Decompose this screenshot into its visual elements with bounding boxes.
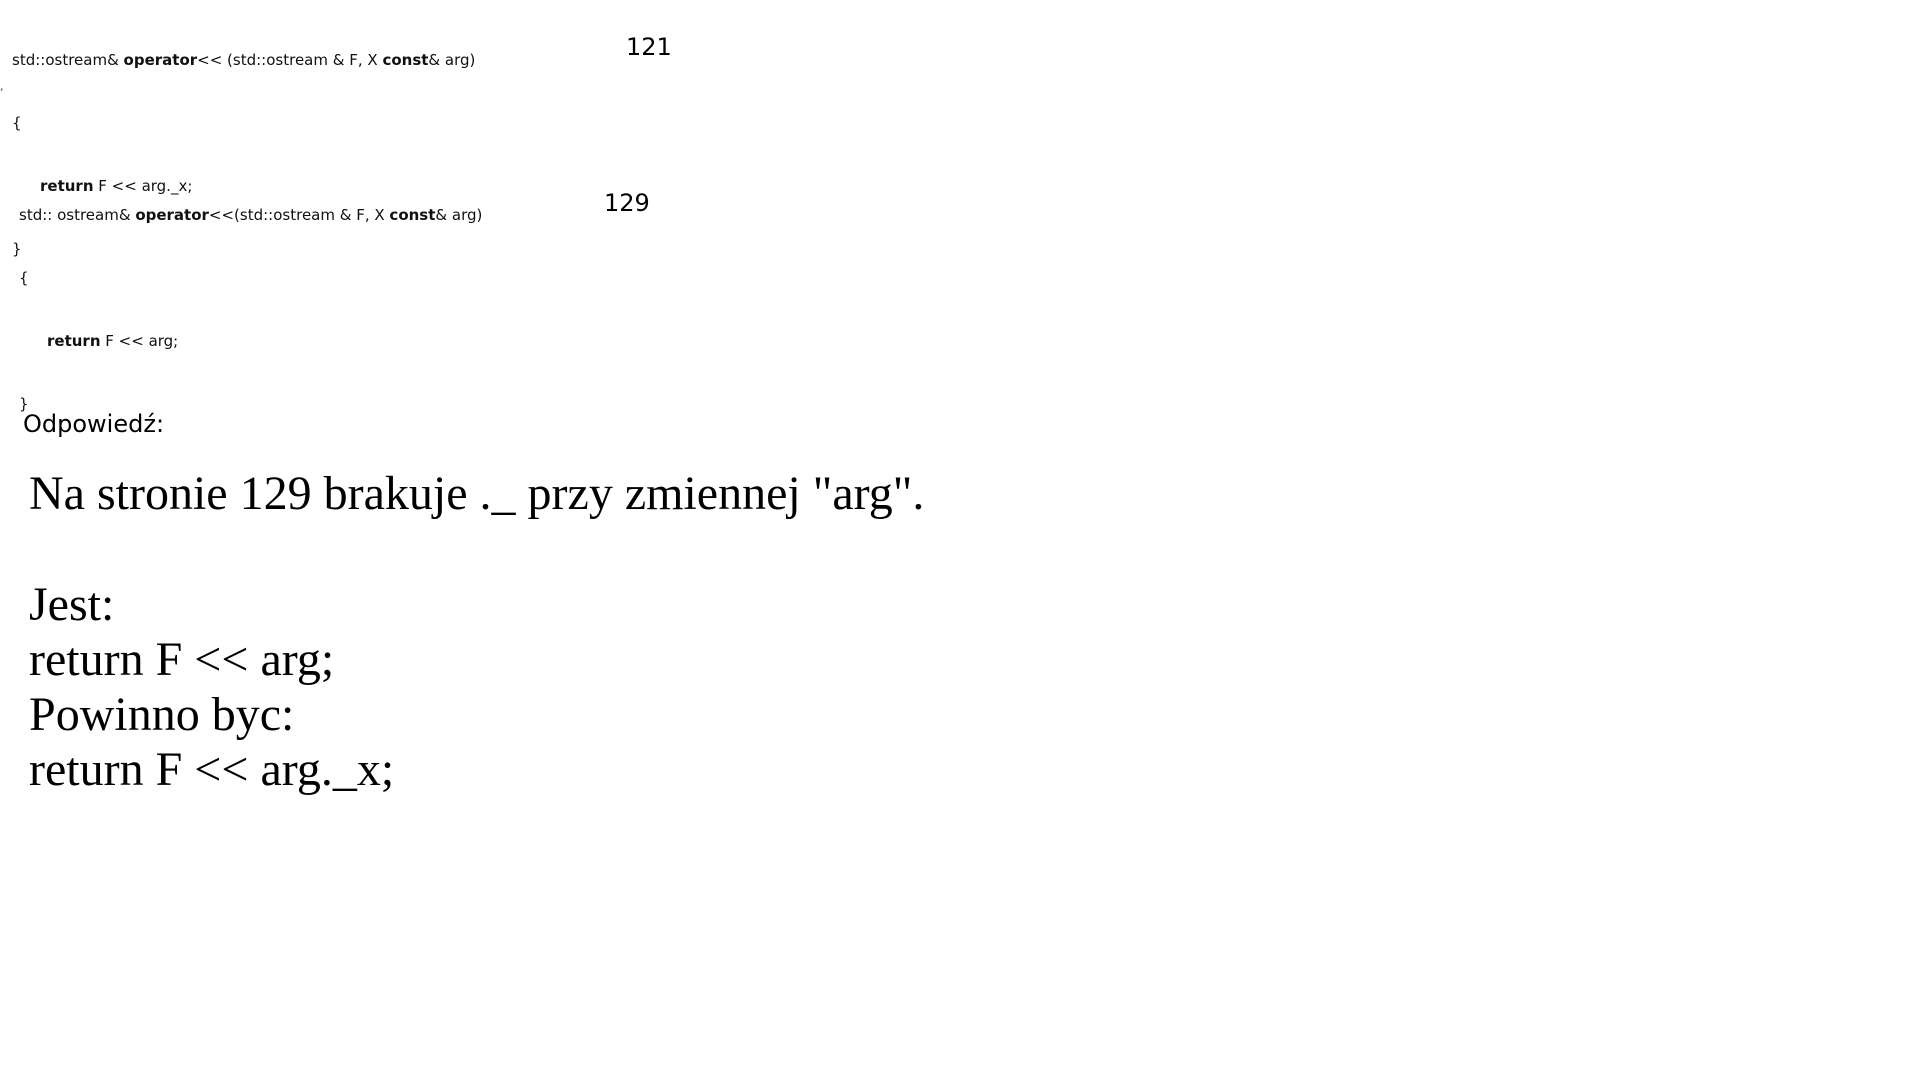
answer-is-label: Jest: bbox=[29, 578, 115, 631]
stray-mark: , bbox=[0, 80, 4, 93]
answer-is-code: return F << arg; bbox=[29, 633, 335, 686]
code-open-brace: { bbox=[19, 269, 29, 287]
answer-body: Na stronie 129 brakuje ._ przy zmiennej … bbox=[29, 466, 924, 797]
code-open-brace: { bbox=[12, 114, 22, 132]
code-signature-line: std:: ostream& operator<<(std::ostream &… bbox=[19, 206, 483, 224]
answer-should-label: Powinno byc: bbox=[29, 688, 295, 741]
code-return-line: return F << arg; bbox=[47, 332, 179, 350]
answer-spacer bbox=[29, 521, 924, 577]
answer-summary: Na stronie 129 brakuje ._ przy zmiennej … bbox=[29, 467, 925, 520]
page-number-129: 129 bbox=[604, 189, 650, 217]
code-snippet-page-129: std:: ostream& operator<<(std::ostream &… bbox=[19, 163, 482, 436]
page-number-121: 121 bbox=[626, 33, 672, 61]
answer-label: Odpowiedź: bbox=[23, 410, 165, 438]
code-signature-line: std::ostream& operator<< (std::ostream &… bbox=[12, 51, 476, 69]
answer-should-code: return F << arg._x; bbox=[29, 743, 395, 796]
